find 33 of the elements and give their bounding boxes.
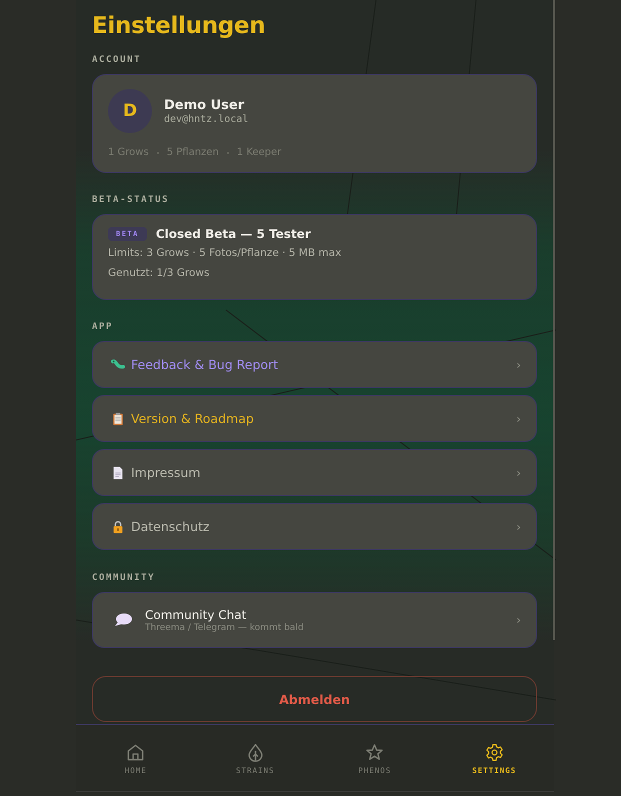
section-label: BETA-STATUS	[92, 194, 170, 206]
user-email: dev@hntz.local	[164, 114, 248, 124]
section-label: APP	[92, 321, 114, 333]
logout-button[interactable]: Abmelden	[92, 676, 537, 722]
chat-title: Community Chat	[145, 608, 248, 622]
lock-icon	[111, 520, 125, 534]
home-icon	[126, 743, 146, 762]
chevron-icon: ›	[516, 358, 521, 372]
menu-item[interactable]: Feedback & Bug Report ›	[92, 341, 537, 388]
beta-title: Closed Beta — 5 Tester	[156, 227, 311, 241]
page-title: Einstellungen	[92, 12, 266, 41]
beta-info-text: Limits: 3 Grows · 5 Fotos/Pflanze · 5 MB max	[108, 246, 342, 261]
section-label: ACCOUNT	[92, 54, 142, 66]
chevron-icon: ›	[516, 412, 521, 426]
speech-bubble-icon	[113, 612, 133, 628]
user-name: Demo User	[164, 98, 246, 112]
clipboard-icon	[111, 412, 125, 426]
menu-item[interactable]: Version & Roadmap ›	[92, 395, 537, 442]
drop-icon	[246, 743, 265, 762]
beta-info-text: Genutzt: 1/3 Grows	[108, 266, 210, 281]
star-icon	[365, 743, 384, 762]
section-label: COMMUNITY	[92, 572, 156, 584]
caterpillar-icon	[111, 358, 125, 372]
avatar: D	[108, 89, 152, 133]
chevron-icon: ›	[516, 466, 521, 480]
chevron-icon: ›	[516, 520, 521, 534]
menu-item[interactable]: Datenschutz ›	[92, 503, 537, 550]
community-chat-item[interactable]: Community Chat Threema / Telegram — kommt bald ›	[92, 592, 537, 648]
settings-icon	[484, 743, 504, 762]
chevron-icon: ›	[516, 613, 521, 627]
document-icon	[111, 466, 125, 480]
menu-item[interactable]: Impressum ›	[92, 449, 537, 496]
chat-subtitle: Threema / Telegram — kommt bald	[145, 622, 305, 632]
